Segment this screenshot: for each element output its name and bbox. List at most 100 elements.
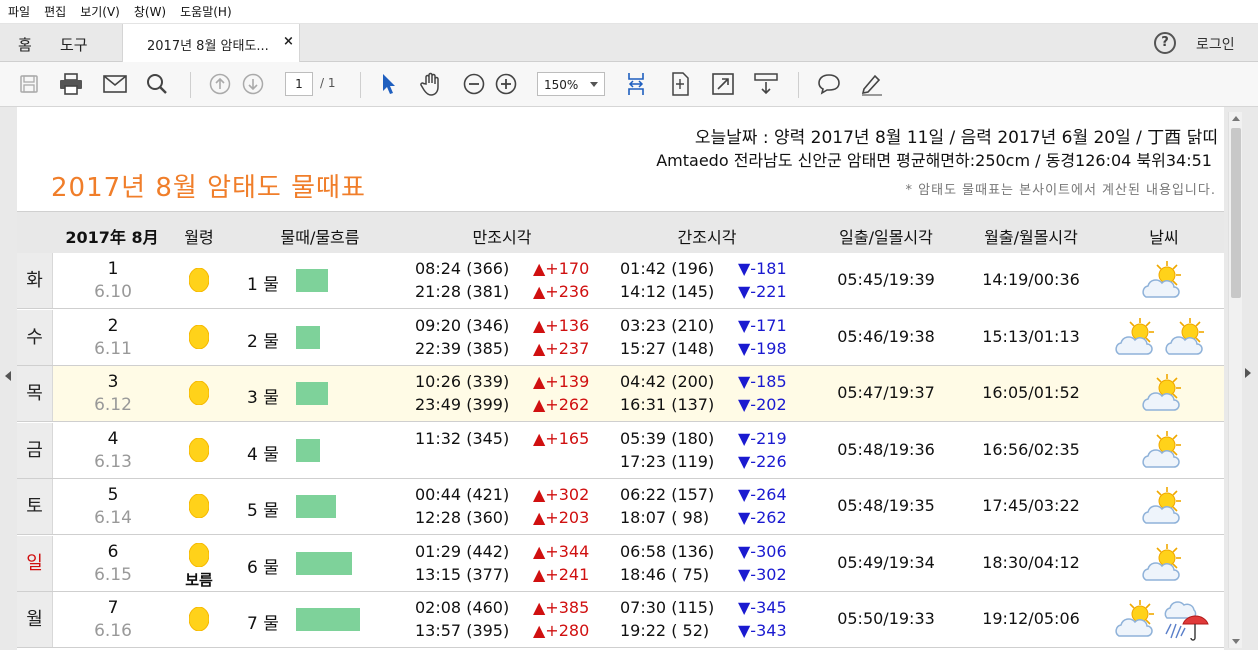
table-header: 2017年 8月 월령 물때/물흐름 만조시각 간조시각 일출/일몰시각 월출/… — [17, 211, 1224, 253]
sunrise-sunset-time: 05:45/19:39 — [837, 270, 935, 289]
menu-window[interactable]: 창(W) — [134, 3, 166, 20]
left-panel-toggle-icon[interactable] — [5, 371, 11, 381]
chevron-down-icon — [590, 82, 598, 87]
table-row: 일 6 6.15 보름 6 물 01:29 (442) ▲+344 13:15 (377) ▲+… — [17, 535, 1224, 592]
login-button[interactable]: 로그인 — [1196, 34, 1235, 54]
low-tide-2-diff: ▼-302 — [738, 564, 787, 584]
low-tide-2-diff: ▼-198 — [738, 338, 787, 358]
header-sunrise-sunset: 일출/일몰시각 — [839, 228, 933, 247]
location-info: Amtaedo 전라남도 신안군 암태면 평균해면하:250cm / 동경126… — [656, 151, 1212, 170]
high-tide-1: 00:44 (421) — [415, 485, 510, 504]
tab-document[interactable]: 2017년 8월 암태도... × — [122, 24, 300, 62]
tide-number: 7 물 — [247, 614, 279, 634]
day-of-week: 목 — [17, 366, 53, 421]
menu-view[interactable]: 보기(V) — [80, 3, 120, 20]
tab-tools[interactable]: 도구 — [60, 34, 88, 55]
fit-width-icon[interactable] — [624, 72, 648, 96]
high-tide-2-diff: ▲+236 — [533, 282, 590, 301]
low-tide-1: 04:42 (200) — [620, 372, 715, 391]
zoom-select[interactable]: 150% — [537, 72, 605, 96]
high-tide-2: 22:39 (385) — [415, 338, 510, 358]
read-mode-icon[interactable] — [754, 72, 778, 96]
highlight-pen-icon[interactable] — [860, 72, 884, 96]
low-tide-1: 01:42 (196) — [620, 259, 715, 278]
sunrise-sunset-time: 05:47/19:37 — [837, 383, 935, 402]
right-panel-toggle-icon[interactable] — [1245, 368, 1251, 378]
zoom-in-icon[interactable] — [494, 72, 518, 96]
page-title: 2017년 8월 암태도 물때표 — [51, 173, 366, 203]
menu-help[interactable]: 도움말(H) — [180, 3, 232, 20]
tab-home[interactable]: 홈 — [18, 34, 32, 55]
fit-page-icon[interactable] — [668, 72, 692, 96]
page-total: / 1 — [320, 76, 336, 90]
high-tide-2-diff: ▲+280 — [533, 621, 590, 640]
tide-level-bar — [296, 382, 328, 405]
tide-number: 1 물 — [247, 275, 279, 295]
menu-file[interactable]: 파일 — [8, 3, 30, 20]
full-moon-label: 보름 — [185, 570, 213, 589]
day-of-week: 금 — [17, 422, 53, 478]
high-tide-2: 13:57 (395) — [415, 621, 510, 640]
low-tide-1-diff: ▼-219 — [738, 428, 787, 448]
vertical-scrollbar[interactable] — [1228, 112, 1242, 648]
menu-edit[interactable]: 편집 — [44, 3, 66, 20]
high-tide-1-diff: ▲+344 — [533, 541, 590, 561]
high-tide-2-diff: ▲+203 — [533, 508, 590, 527]
zoom-out-icon[interactable] — [462, 72, 486, 96]
low-tide-1-diff: ▼-181 — [738, 259, 787, 278]
fullscreen-icon[interactable] — [711, 72, 735, 96]
moon-icon — [188, 606, 210, 632]
high-tide-2: 13:15 (377) — [415, 564, 510, 584]
help-icon[interactable]: ? — [1154, 32, 1176, 54]
sunrise-sunset-time: 05:48/19:36 — [837, 439, 935, 459]
low-tide-2-diff: ▼-262 — [738, 508, 787, 527]
tide-level-bar — [296, 551, 352, 575]
save-icon[interactable] — [17, 72, 41, 96]
high-tide-2-diff: ▲+237 — [533, 338, 590, 358]
mail-icon[interactable] — [103, 72, 127, 96]
partly-cloudy-icon — [1142, 374, 1181, 411]
low-tide-1: 05:39 (180) — [620, 428, 715, 448]
moonrise-moonset-time: 14:19/00:36 — [982, 270, 1080, 289]
moon-icon — [188, 542, 210, 567]
close-icon[interactable]: × — [283, 34, 294, 49]
lunar-date: 6.13 — [94, 451, 132, 472]
scroll-up-icon[interactable] — [1232, 116, 1240, 121]
sunrise-sunset-time: 05:46/19:38 — [837, 326, 935, 346]
moonrise-moonset-time: 16:56/02:35 — [982, 439, 1080, 459]
high-tide-1-diff: ▲+165 — [533, 428, 590, 448]
header-low-tide: 간조시각 — [677, 228, 737, 247]
high-tide-1-diff: ▲+170 — [533, 259, 590, 278]
moonrise-moonset-time: 17:45/03:22 — [982, 496, 1080, 515]
low-tide-1-diff: ▼-171 — [738, 315, 787, 335]
day-of-week: 월 — [17, 592, 53, 647]
sunrise-sunset-time: 05:48/19:35 — [837, 496, 935, 515]
low-tide-2: 18:46 ( 75) — [620, 564, 710, 584]
next-page-icon[interactable] — [241, 72, 265, 96]
comment-icon[interactable] — [817, 72, 841, 96]
high-tide-1: 02:08 (460) — [415, 598, 510, 617]
table-row: 토 5 6.14 5 물 00:44 (421) ▲+302 12:28 (360) ▲+20… — [17, 479, 1224, 535]
header-weather: 날씨 — [1149, 228, 1179, 247]
pdf-page: 오늘날짜 : 양력 2017년 8월 11일 / 음력 2017년 6월 20일… — [17, 107, 1224, 650]
table-row: 금 4 6.13 4 물 11:32 (345) ▲+165 05:39 (180) ▼-21… — [17, 422, 1224, 479]
page-number-input[interactable]: 1 — [285, 72, 313, 96]
day-of-week: 화 — [17, 253, 53, 308]
solar-date: 1 — [107, 259, 119, 279]
print-icon[interactable] — [59, 72, 83, 96]
high-tide-1-diff: ▲+136 — [533, 315, 590, 335]
previous-page-icon[interactable] — [208, 72, 232, 96]
high-tide-2: 23:49 (399) — [415, 395, 510, 414]
scroll-thumb[interactable] — [1231, 128, 1241, 298]
low-tide-2: 14:12 (145) — [620, 282, 715, 301]
scroll-down-icon[interactable] — [1232, 639, 1240, 644]
select-cursor-icon[interactable] — [377, 72, 401, 96]
search-icon[interactable] — [145, 72, 169, 96]
hand-tool-icon[interactable] — [419, 72, 443, 96]
day-of-week: 일 — [17, 535, 53, 591]
high-tide-2-diff: ▲+241 — [533, 564, 590, 584]
day-of-week: 수 — [17, 309, 53, 365]
high-tide-1: 11:32 (345) — [415, 428, 510, 448]
low-tide-1: 06:58 (136) — [620, 541, 715, 561]
low-tide-1-diff: ▼-185 — [738, 372, 787, 391]
